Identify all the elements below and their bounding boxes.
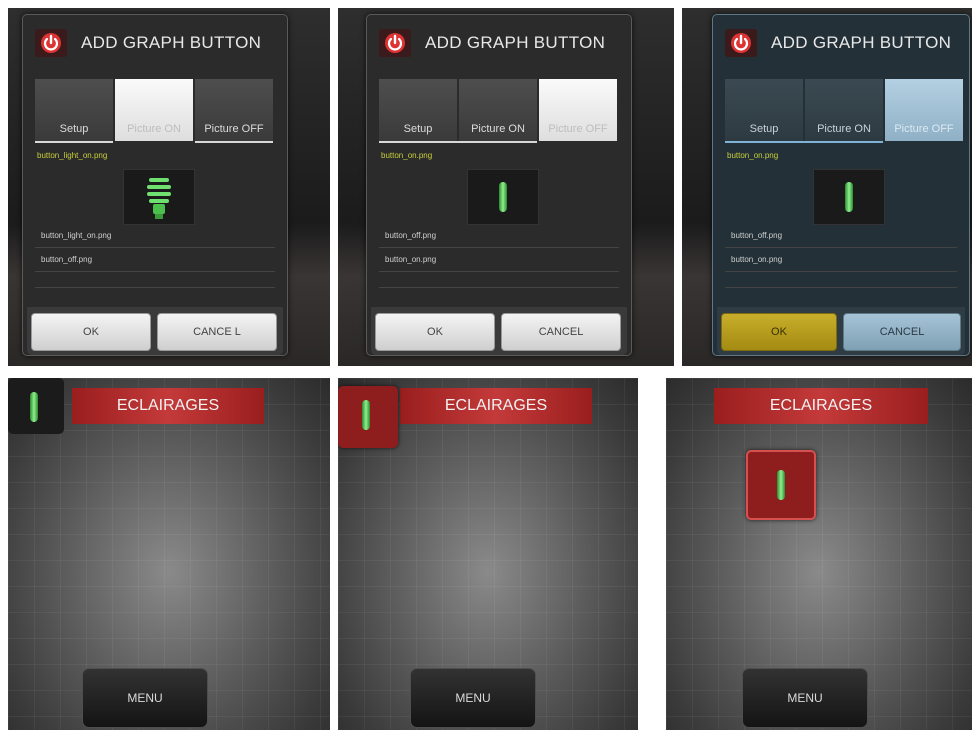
cfl-bulb-icon [147,178,171,219]
divider [725,271,957,272]
divider [379,247,619,248]
selected-file-name: button_on.png [727,151,779,160]
green-bar-icon [499,182,507,212]
tab-underline [195,141,273,143]
tab-label: Setup [749,123,779,135]
add-graph-button-dialog: ADD GRAPH BUTTON Setup Picture ON Pictur… [712,14,970,356]
dialog-title: ADD GRAPH BUTTON [771,33,952,52]
page-title-banner: ECLAIRAGES [714,388,928,424]
app-screenshot-1: ECLAIRAGES MENU [8,378,330,730]
tab-setup[interactable]: Setup [35,79,113,141]
tab-picture-off[interactable]: Picture OFF [539,79,617,141]
tab-picture-off[interactable]: Picture OFF [885,79,963,141]
dialog-title: ADD GRAPH BUTTON [81,33,262,52]
green-bar-icon [777,470,785,500]
divider [35,247,275,248]
file-list-item[interactable]: button_off.png [41,255,92,264]
image-preview [813,169,885,225]
ok-button[interactable]: OK [31,313,151,351]
light-toggle-button[interactable] [8,378,64,434]
tab-picture-on[interactable]: Picture ON [459,79,537,141]
app-screenshot-3: ECLAIRAGES MENU [666,378,972,730]
menu-button[interactable]: MENU [742,668,868,728]
green-bar-icon [845,182,853,212]
light-toggle-button[interactable] [746,450,816,520]
divider [379,271,619,272]
dialog-title: ADD GRAPH BUTTON [425,33,606,52]
tab-label: Picture OFF [894,123,954,135]
tab-underline [379,141,537,143]
tab-underline [35,141,113,143]
dialog-screenshot-3: ADD GRAPH BUTTON Setup Picture ON Pictur… [682,8,972,366]
dialog-button-row: OK CANCEL [371,307,627,355]
dialog-tabs: Setup Picture ON Picture OFF [35,79,275,145]
divider [35,271,275,272]
add-graph-button-dialog: ADD GRAPH BUTTON Setup Picture ON Pictur… [22,14,288,356]
file-list-item[interactable]: button_off.png [731,231,782,240]
power-icon [35,29,67,57]
dialog-title-bar: ADD GRAPH BUTTON [23,15,287,69]
menu-button[interactable]: MENU [410,668,536,728]
ok-button[interactable]: OK [721,313,837,351]
image-preview [467,169,539,225]
dialog-button-row: OK CANCEL [717,307,965,355]
tab-label: Setup [59,123,89,135]
page-title-banner: ECLAIRAGES [72,388,264,424]
cancel-button[interactable]: CANCEL [501,313,621,351]
power-icon [379,29,411,57]
dialog-tabs: Setup Picture ON Picture OFF [379,79,619,145]
add-graph-button-dialog: ADD GRAPH BUTTON Setup Picture ON Pictur… [366,14,632,356]
green-bar-icon [30,392,38,422]
menu-button[interactable]: MENU [82,668,208,728]
cancel-button[interactable]: CANCEL [843,313,961,351]
selected-file-name: button_light_on.png [37,151,108,160]
tab-label: Picture ON [817,123,871,135]
light-toggle-button[interactable] [338,386,398,448]
tab-picture-on[interactable]: Picture ON [115,79,193,141]
app-screenshot-2: ECLAIRAGES MENU [338,378,638,730]
tab-setup[interactable]: Setup [379,79,457,141]
divider [379,287,619,288]
green-bar-icon [362,400,370,430]
dialog-screenshot-2: ADD GRAPH BUTTON Setup Picture ON Pictur… [338,8,674,366]
tab-label: Picture ON [127,123,181,135]
divider [35,287,275,288]
tab-setup[interactable]: Setup [725,79,803,141]
dialog-title-bar: ADD GRAPH BUTTON [367,15,631,69]
tab-underline [725,141,883,143]
image-preview [123,169,195,225]
tab-picture-on[interactable]: Picture ON [805,79,883,141]
tab-picture-off[interactable]: Picture OFF [195,79,273,141]
dialog-title-bar: ADD GRAPH BUTTON [713,15,969,69]
page-title-banner: ECLAIRAGES [400,388,592,424]
dialog-screenshot-1: ADD GRAPH BUTTON Setup Picture ON Pictur… [8,8,330,366]
tab-label: Picture ON [471,123,525,135]
tab-label: Picture OFF [204,123,264,135]
file-list-item[interactable]: button_light_on.png [41,231,111,240]
file-list-item[interactable]: button_off.png [385,231,436,240]
dialog-button-row: OK CANCE L [27,307,283,355]
power-icon [725,29,757,57]
ok-button[interactable]: OK [375,313,495,351]
file-list-item[interactable]: button_on.png [385,255,436,264]
tab-label: Picture OFF [548,123,608,135]
cancel-button[interactable]: CANCE L [157,313,277,351]
file-list-item[interactable]: button_on.png [731,255,782,264]
divider [725,287,957,288]
dialog-tabs: Setup Picture ON Picture OFF [725,79,965,145]
tab-label: Setup [403,123,433,135]
selected-file-name: button_on.png [381,151,433,160]
divider [725,247,957,248]
